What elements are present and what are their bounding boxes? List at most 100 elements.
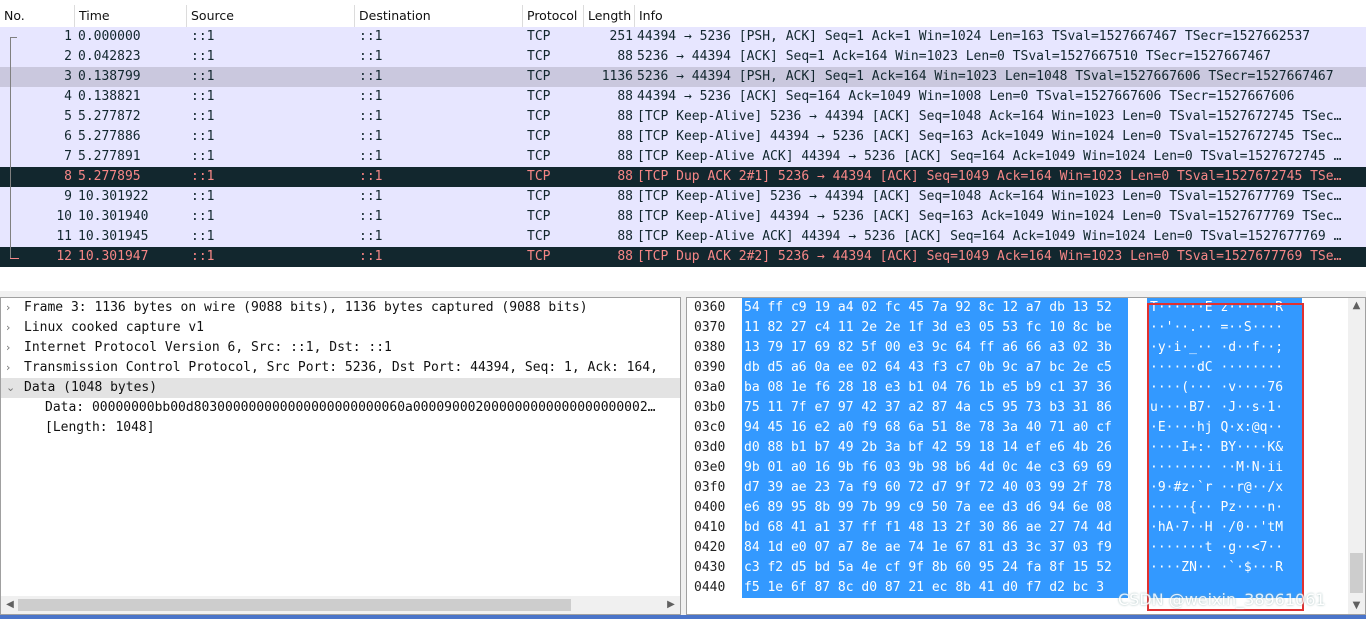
details-tree-label: Frame 3: 1136 bytes on wire (9088 bits),… [24, 300, 588, 315]
details-tree-item[interactable]: ⌄ Data (1048 bytes) [1, 378, 680, 398]
bytes-hex[interactable]: 75 11 7f e7 97 42 37 a2 87 4a c5 95 73 b… [744, 398, 1112, 418]
packet-cell-len: 88 [617, 49, 633, 64]
bytes-offset: 0400 [694, 500, 726, 515]
bytes-hex[interactable]: f5 1e 6f 87 8c d0 87 21 ec 8b 41 d0 f7 d… [744, 578, 1104, 598]
packet-cell-dst: ::1 [359, 229, 383, 244]
collapsed-arrow-icon[interactable]: › [6, 318, 18, 338]
packet-cell-proto: TCP [527, 89, 551, 104]
packet-cell-proto: TCP [527, 249, 551, 264]
packet-row[interactable]: 3 0.138799::1::1 TCP 1136 5236 → 44394 [PSH,… [0, 67, 1366, 87]
details-tree-item[interactable]: › Internet Protocol Version 6, Src: ::1, … [1, 338, 680, 358]
packet-cell-info: [TCP Keep-Alive ACK] 44394 → 5236 [ACK] … [637, 149, 1342, 164]
packet-cell-len: 88 [617, 169, 633, 184]
bytes-hex[interactable]: 9b 01 a0 16 9b f6 03 9b 98 b6 4d 0c 4e c… [744, 458, 1112, 478]
packet-cell-src: ::1 [191, 89, 215, 104]
packet-row[interactable]: 12 10.301947::1::1 TCP 88 [TCP Dup ACK 2#2] … [0, 247, 1366, 267]
details-tree-label: Data: 00000000bb00d803000000000000000000… [45, 400, 656, 415]
packet-list-pane[interactable]: No. Time Source Destination Protocol Len… [0, 0, 1366, 292]
column-header-source[interactable]: Source [187, 5, 355, 27]
packet-cell-info: 44394 → 5236 [ACK] Seq=164 Ack=1049 Win=… [637, 89, 1295, 104]
column-header-protocol[interactable]: Protocol [523, 5, 584, 27]
packet-cell-time: 10.301922 [78, 189, 149, 204]
packet-row[interactable]: 8 5.277895::1::1 TCP 88 [TCP Dup ACK 2#1] 52… [0, 167, 1366, 187]
details-tree-item[interactable]: [Length: 1048] [1, 418, 680, 438]
scrollbar-thumb[interactable] [1350, 553, 1363, 593]
details-tree-label: Internet Protocol Version 6, Src: ::1, D… [24, 340, 392, 355]
column-header-info[interactable]: Info [635, 5, 1366, 27]
collapsed-arrow-icon[interactable]: › [6, 298, 18, 318]
bytes-hex[interactable]: 54 ff c9 19 a4 02 fc 45 7a 92 8c 12 a7 d… [744, 298, 1112, 318]
packet-bytes-pane[interactable]: 0360 54 ff c9 19 a4 02 fc 45 7a 92 8c 12 … [686, 297, 1366, 615]
packet-row[interactable]: 6 5.277886::1::1 TCP 88 [TCP Keep-Alive] 443… [0, 127, 1366, 147]
watermark: CSDN @weixin_38961061 [1118, 590, 1326, 609]
related-packets-indicator-end [10, 258, 19, 259]
packet-rows: 1 0.000000::1::1 TCP 251 44394 → 5236 [PSH, … [0, 27, 1366, 267]
packet-cell-time: 5.277895 [78, 169, 141, 184]
column-header-no[interactable]: No. [0, 5, 75, 27]
packet-cell-info: [TCP Dup ACK 2#1] 5236 → 44394 [ACK] Seq… [637, 169, 1342, 184]
details-tree: › Frame 3: 1136 bytes on wire (9088 bits)… [1, 298, 680, 438]
packet-cell-dst: ::1 [359, 69, 383, 84]
scrollbar-thumb[interactable] [18, 599, 571, 611]
details-tree-item[interactable]: › Linux cooked capture v1 [1, 318, 680, 338]
scroll-left-icon[interactable]: ◀ [2, 597, 18, 613]
packet-cell-len: 88 [617, 209, 633, 224]
packet-cell-src: ::1 [191, 49, 215, 64]
packet-cell-len: 88 [617, 229, 633, 244]
packet-details-pane[interactable]: › Frame 3: 1136 bytes on wire (9088 bits)… [0, 297, 681, 615]
packet-cell-src: ::1 [191, 29, 215, 44]
packet-cell-len: 88 [617, 89, 633, 104]
bytes-vertical-scrollbar[interactable]: ▲ ▼ [1348, 298, 1365, 614]
packet-row[interactable]: 10 10.301940::1::1 TCP 88 [TCP Keep-Alive] 4… [0, 207, 1366, 227]
details-tree-item[interactable]: › Frame 3: 1136 bytes on wire (9088 bits)… [1, 298, 680, 318]
column-header-destination[interactable]: Destination [355, 5, 523, 27]
packet-cell-time: 0.000000 [78, 29, 141, 44]
packet-cell-info: [TCP Keep-Alive] 5236 → 44394 [ACK] Seq=… [637, 189, 1342, 204]
packet-cell-len: 88 [617, 189, 633, 204]
bytes-hex[interactable]: e6 89 95 8b 99 7b 99 c9 50 7a ee d3 d6 9… [744, 498, 1112, 518]
packet-cell-info: [TCP Keep-Alive] 44394 → 5236 [ACK] Seq=… [637, 209, 1342, 224]
packet-row[interactable]: 4 0.138821::1::1 TCP 88 44394 → 5236 [ACK] S… [0, 87, 1366, 107]
expanded-arrow-icon[interactable]: ⌄ [6, 378, 18, 398]
packet-cell-src: ::1 [191, 109, 215, 124]
bytes-hex[interactable]: d7 39 ae 23 7a f9 60 72 d7 9f 72 40 03 9… [744, 478, 1112, 498]
packet-row[interactable]: 5 5.277872::1::1 TCP 88 [TCP Keep-Alive] 523… [0, 107, 1366, 127]
packet-cell-src: ::1 [191, 189, 215, 204]
packet-row[interactable]: 7 5.277891::1::1 TCP 88 [TCP Keep-Alive ACK]… [0, 147, 1366, 167]
packet-cell-proto: TCP [527, 229, 551, 244]
bytes-offset: 0360 [694, 300, 726, 315]
packet-cell-info: [TCP Keep-Alive ACK] 44394 → 5236 [ACK] … [637, 229, 1342, 244]
collapsed-arrow-icon[interactable]: › [6, 338, 18, 358]
column-header-length[interactable]: Length [584, 5, 635, 27]
bytes-hex[interactable]: 84 1d e0 07 a7 8e ae 74 1e 67 81 d3 3c 3… [744, 538, 1112, 558]
packet-row[interactable]: 1 0.000000::1::1 TCP 251 44394 → 5236 [PSH, … [0, 27, 1366, 47]
packet-cell-info: [TCP Keep-Alive] 44394 → 5236 [ACK] Seq=… [637, 129, 1342, 144]
bytes-hex[interactable]: c3 f2 d5 bd 5a 4e cf 9f 8b 60 95 24 fa 8… [744, 558, 1112, 578]
scroll-right-icon[interactable]: ▶ [663, 597, 679, 613]
bytes-hex[interactable]: 94 45 16 e2 a0 f9 68 6a 51 8e 78 3a 40 7… [744, 418, 1112, 438]
bytes-hex[interactable]: db d5 a6 0a ee 02 64 43 f3 c7 0b 9c a7 b… [744, 358, 1112, 378]
bytes-hex[interactable]: 11 82 27 c4 11 2e 2e 1f 3d e3 05 53 fc 1… [744, 318, 1112, 338]
bytes-hex[interactable]: d0 88 b1 b7 49 2b 3a bf 42 59 18 14 ef e… [744, 438, 1112, 458]
packet-cell-proto: TCP [527, 169, 551, 184]
details-tree-item[interactable]: › Transmission Control Protocol, Src Port… [1, 358, 680, 378]
packet-cell-time: 5.277886 [78, 129, 141, 144]
packet-cell-dst: ::1 [359, 149, 383, 164]
bytes-offset: 0370 [694, 320, 726, 335]
column-header-time[interactable]: Time [75, 5, 187, 27]
details-horizontal-scrollbar[interactable]: ◀ ▶ [1, 596, 680, 614]
bytes-offset: 0420 [694, 540, 726, 555]
annotation-highlight-box [1147, 303, 1304, 611]
bytes-hex[interactable]: ba 08 1e f6 28 18 e3 b1 04 76 1b e5 b9 c… [744, 378, 1112, 398]
details-tree-item[interactable]: Data: 00000000bb00d803000000000000000000… [1, 398, 680, 418]
packet-row[interactable]: 9 10.301922::1::1 TCP 88 [TCP Keep-Alive] 52… [0, 187, 1366, 207]
packet-row[interactable]: 2 0.042823::1::1 TCP 88 5236 → 44394 [ACK] S… [0, 47, 1366, 67]
bytes-hex[interactable]: 13 79 17 69 82 5f 00 e3 9c 64 ff a6 66 a… [744, 338, 1112, 358]
scroll-up-icon[interactable]: ▲ [1348, 298, 1365, 314]
scroll-down-icon[interactable]: ▼ [1348, 598, 1365, 614]
packet-cell-src: ::1 [191, 209, 215, 224]
packet-cell-time: 5.277891 [78, 149, 141, 164]
bytes-hex[interactable]: bd 68 41 a1 37 ff f1 48 13 2f 30 86 ae 2… [744, 518, 1112, 538]
collapsed-arrow-icon[interactable]: › [6, 358, 18, 378]
packet-row[interactable]: 11 10.301945::1::1 TCP 88 [TCP Keep-Alive AC… [0, 227, 1366, 247]
